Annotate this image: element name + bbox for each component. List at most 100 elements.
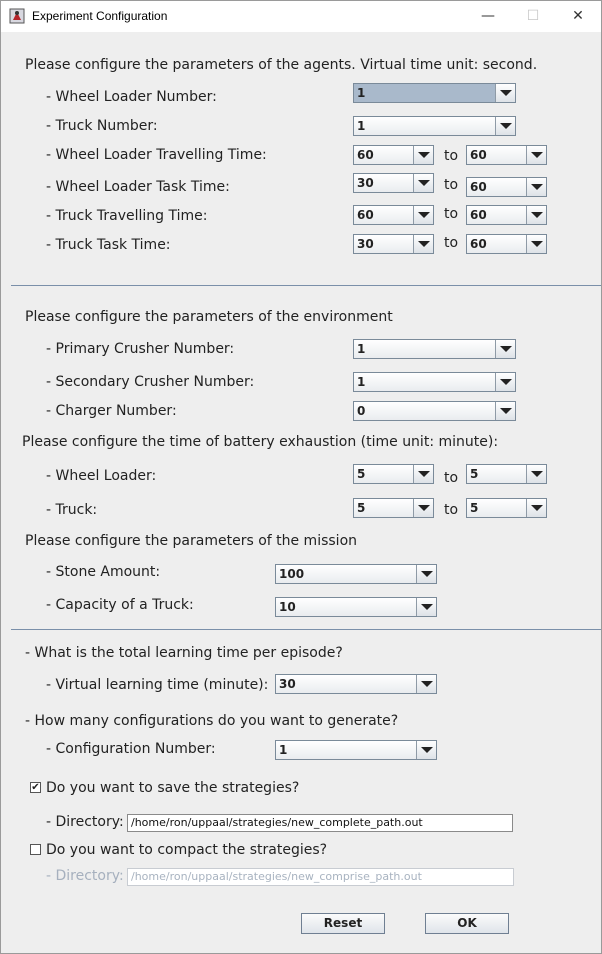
to-label: to xyxy=(444,470,459,486)
compact-directory-field: /home/ron/uppaal/strategies/new_comprise… xyxy=(127,868,514,886)
stone-amount-combo[interactable]: 100 xyxy=(275,564,437,584)
chevron-down-icon[interactable] xyxy=(413,465,433,483)
wl-task-to-combo[interactable]: 60 xyxy=(466,177,547,197)
combo-value: 1 xyxy=(279,743,288,757)
minimize-button[interactable]: — xyxy=(465,1,511,32)
chevron-down-icon[interactable] xyxy=(495,117,515,135)
chevron-down-icon[interactable] xyxy=(495,84,515,102)
combo-value: 30 xyxy=(357,176,374,190)
wl-travelling-to-combo[interactable]: 60 xyxy=(466,145,547,165)
chevron-down-icon[interactable] xyxy=(413,146,433,164)
chevron-down-icon[interactable] xyxy=(416,598,436,616)
configurations-question: - How many configurations do you want to… xyxy=(25,713,399,729)
secondary-crusher-combo[interactable]: 1 xyxy=(353,372,516,392)
environment-header: Please configure the parameters of the e… xyxy=(25,309,393,325)
save-strategies-label[interactable]: Do you want to save the strategies? xyxy=(46,780,299,796)
learning-time-question: - What is the total learning time per ep… xyxy=(25,645,343,661)
battery-wl-to-combo[interactable]: 5 xyxy=(466,464,547,484)
truck-task-to-combo[interactable]: 60 xyxy=(466,234,547,254)
chevron-down-icon[interactable] xyxy=(413,174,433,192)
combo-value: 10 xyxy=(279,600,296,614)
primary-crusher-label: - Primary Crusher Number: xyxy=(46,341,235,357)
chevron-down-icon[interactable] xyxy=(413,235,433,253)
charger-number-combo[interactable]: 0 xyxy=(353,401,516,421)
truck-travelling-to-combo[interactable]: 60 xyxy=(466,205,547,225)
combo-value: 5 xyxy=(470,467,479,481)
battery-wl-from-combo[interactable]: 5 xyxy=(353,464,434,484)
app-icon xyxy=(9,8,25,24)
combo-value: 60 xyxy=(470,180,487,194)
separator xyxy=(11,285,601,286)
combo-value: 1 xyxy=(357,342,366,356)
chevron-down-icon[interactable] xyxy=(526,146,546,164)
chevron-down-icon[interactable] xyxy=(495,373,515,391)
combo-value: 30 xyxy=(357,237,374,251)
mission-header: Please configure the parameters of the m… xyxy=(25,533,358,549)
battery-wheel-loader-label: - Wheel Loader: xyxy=(46,468,157,484)
chevron-down-icon[interactable] xyxy=(413,206,433,224)
chevron-down-icon[interactable] xyxy=(526,499,546,517)
truck-travelling-time-label: - Truck Travelling Time: xyxy=(46,208,208,224)
compact-strategies-label[interactable]: Do you want to compact the strategies? xyxy=(46,842,327,858)
combo-value: 30 xyxy=(279,677,296,691)
save-directory-field[interactable]: /home/ron/uppaal/strategies/new_complete… xyxy=(127,814,513,832)
chevron-down-icon[interactable] xyxy=(413,499,433,517)
to-label: to xyxy=(444,206,459,222)
combo-value: 5 xyxy=(357,501,366,515)
experiment-configuration-window: Experiment Configuration — ☐ ✕ Please co… xyxy=(0,0,602,954)
configuration-number-combo[interactable]: 1 xyxy=(275,740,437,760)
truck-task-from-combo[interactable]: 30 xyxy=(353,234,434,254)
combo-value: 60 xyxy=(470,148,487,162)
truck-number-label: - Truck Number: xyxy=(46,118,158,134)
combo-value: 1 xyxy=(357,375,366,389)
to-label: to xyxy=(444,235,459,251)
to-label: to xyxy=(444,502,459,518)
battery-header: Please configure the time of battery exh… xyxy=(22,434,499,450)
chevron-down-icon[interactable] xyxy=(526,235,546,253)
combo-value: 0 xyxy=(357,404,366,418)
wl-task-from-combo[interactable]: 30 xyxy=(353,173,434,193)
reset-button[interactable]: Reset xyxy=(301,913,385,934)
chevron-down-icon[interactable] xyxy=(526,178,546,196)
combo-value: 1 xyxy=(357,119,366,133)
stone-amount-label: - Stone Amount: xyxy=(46,564,161,580)
truck-capacity-label: - Capacity of a Truck: xyxy=(46,597,194,613)
truck-capacity-combo[interactable]: 10 xyxy=(275,597,437,617)
charger-number-label: - Charger Number: xyxy=(46,403,177,419)
truck-travelling-from-combo[interactable]: 60 xyxy=(353,205,434,225)
separator xyxy=(11,629,601,630)
configuration-number-label: - Configuration Number: xyxy=(46,741,216,757)
truck-task-time-label: - Truck Task Time: xyxy=(46,237,171,253)
close-button[interactable]: ✕ xyxy=(555,1,601,32)
wl-travelling-time-label: - Wheel Loader Travelling Time: xyxy=(46,147,267,163)
wheel-loader-number-label: - Wheel Loader Number: xyxy=(46,89,217,105)
chevron-down-icon[interactable] xyxy=(526,465,546,483)
save-directory-label: - Directory: xyxy=(46,814,124,830)
learning-time-combo[interactable]: 30 xyxy=(275,674,437,694)
compact-strategies-checkbox[interactable] xyxy=(30,844,41,855)
battery-truck-to-combo[interactable]: 5 xyxy=(466,498,547,518)
save-strategies-checkbox[interactable]: ✔ xyxy=(30,782,41,793)
chevron-down-icon[interactable] xyxy=(416,565,436,583)
wheel-loader-number-combo[interactable]: 1 xyxy=(353,83,516,103)
ok-button[interactable]: OK xyxy=(425,913,509,934)
truck-number-combo[interactable]: 1 xyxy=(353,116,516,136)
chevron-down-icon[interactable] xyxy=(416,675,436,693)
chevron-down-icon[interactable] xyxy=(495,402,515,420)
chevron-down-icon[interactable] xyxy=(416,741,436,759)
wl-travelling-from-combo[interactable]: 60 xyxy=(353,145,434,165)
maximize-button[interactable]: ☐ xyxy=(510,1,556,32)
primary-crusher-combo[interactable]: 1 xyxy=(353,339,516,359)
title-bar: Experiment Configuration — ☐ ✕ xyxy=(1,1,601,32)
learning-time-label: - Virtual learning time (minute): xyxy=(46,677,269,693)
combo-value: 60 xyxy=(357,148,374,162)
chevron-down-icon[interactable] xyxy=(495,340,515,358)
agents-header: Please configure the parameters of the a… xyxy=(25,57,538,73)
chevron-down-icon[interactable] xyxy=(526,206,546,224)
window-title: Experiment Configuration xyxy=(32,9,168,23)
battery-truck-from-combo[interactable]: 5 xyxy=(353,498,434,518)
secondary-crusher-label: - Secondary Crusher Number: xyxy=(46,374,255,390)
compact-directory-label: - Directory: xyxy=(46,868,124,884)
wl-task-time-label: - Wheel Loader Task Time: xyxy=(46,179,230,195)
combo-value: 1 xyxy=(357,86,366,100)
